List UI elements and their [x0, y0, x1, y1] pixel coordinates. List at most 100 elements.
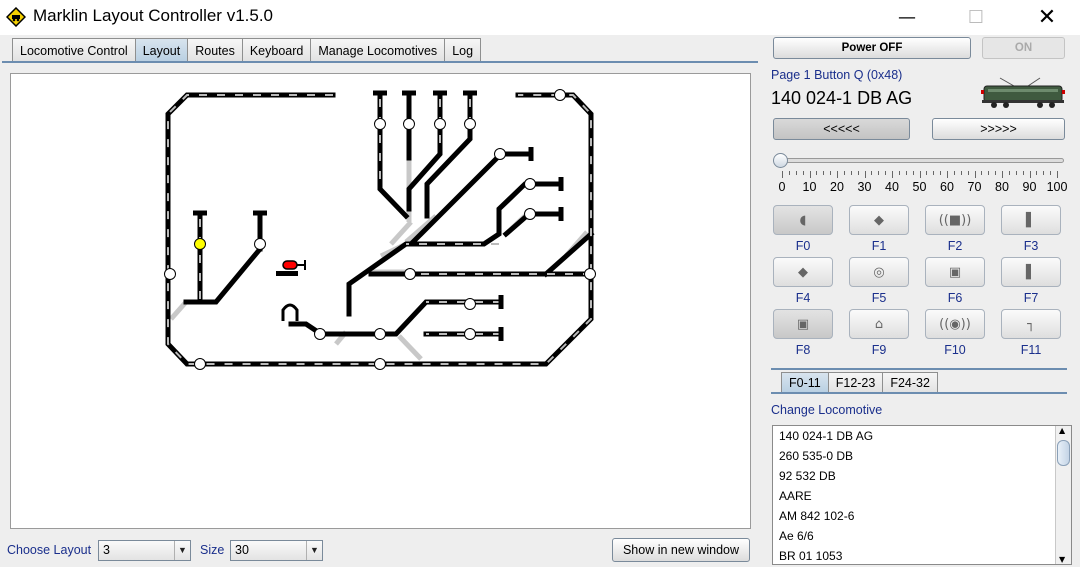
layout-controls: Choose Layout 3 ▼ Size 30 ▼ Show in new …	[0, 537, 762, 567]
tab-manage-locomotives[interactable]: Manage Locomotives	[310, 38, 446, 62]
list-item[interactable]: AM 842 102-6	[773, 506, 1071, 526]
function-label: F7	[1023, 291, 1039, 305]
left-panel: Locomotive Control Layout Routes Keyboar…	[0, 35, 762, 567]
function-label: F5	[871, 291, 887, 305]
speed-tick	[1057, 171, 1058, 178]
speed-tick	[988, 171, 990, 175]
speed-tick-label: 50	[912, 180, 927, 194]
pipe-icon: ┐	[1027, 316, 1035, 332]
tab-divider	[2, 61, 758, 63]
function-button-f5[interactable]: ◎	[849, 257, 909, 287]
function-button-f4[interactable]: ◆	[773, 257, 833, 287]
layout-select[interactable]: 3 ▼	[98, 540, 191, 561]
list-item[interactable]: Ae 6/6	[773, 526, 1071, 546]
speed-tick	[850, 171, 852, 175]
tab-f24-32[interactable]: F24-32	[882, 372, 938, 393]
speed-tick-label: 20	[830, 180, 844, 194]
list-item[interactable]: AARE	[773, 486, 1071, 506]
function-tabs: F0-11 F12-23 F24-32	[781, 372, 938, 393]
app-logo-icon	[6, 7, 26, 27]
page-button-label: Page 1 Button Q (0x48)	[771, 68, 903, 82]
pantograph-icon: ▌	[1026, 212, 1036, 228]
function-button-f10[interactable]: ((◉))	[925, 309, 985, 339]
compressor-icon: ⌂	[874, 316, 884, 332]
function-button-f0[interactable]: ◖	[773, 205, 833, 235]
function-label: F10	[944, 343, 966, 357]
speed-tick	[905, 171, 907, 175]
function-label: F9	[871, 343, 887, 357]
speed-tick	[1050, 171, 1052, 175]
list-item[interactable]: 92 532 DB	[773, 466, 1071, 486]
close-button[interactable]: ✕	[1024, 0, 1070, 34]
power-off-button[interactable]: Power OFF	[773, 37, 971, 59]
main-tabs: Locomotive Control Layout Routes Keyboar…	[12, 38, 482, 62]
speed-tick	[885, 171, 887, 175]
tab-log[interactable]: Log	[444, 38, 482, 62]
function-label: F11	[1020, 343, 1042, 357]
function-button-f2[interactable]: ((■))	[925, 205, 985, 235]
function-label: F4	[795, 291, 811, 305]
size-select[interactable]: 30 ▼	[230, 540, 323, 561]
speed-tick	[823, 171, 825, 175]
scroll-up-icon[interactable]: ▲	[1059, 426, 1065, 435]
speed-slider-track[interactable]	[778, 158, 1064, 163]
speed-tick	[878, 171, 880, 175]
tab-layout[interactable]: Layout	[134, 38, 189, 62]
change-locomotive-label: Change Locomotive	[771, 403, 883, 417]
function-label: F0	[795, 239, 811, 253]
speed-tick	[830, 171, 832, 175]
function-button-f3[interactable]: ▌	[1001, 205, 1061, 235]
locomotive-name: 140 024-1 DB AG	[771, 88, 913, 108]
speed-tick	[898, 171, 900, 175]
speed-tick-label: 0	[778, 180, 786, 194]
function-tab-top-line	[771, 368, 1067, 370]
tab-f0-11[interactable]: F0-11	[781, 372, 829, 393]
tunnel-icon	[281, 303, 299, 321]
speed-tick-label: 70	[967, 180, 982, 194]
speed-tick	[809, 171, 811, 178]
function-button-f6[interactable]: ▣	[925, 257, 985, 287]
speed-tick	[926, 171, 928, 175]
speed-tick-label: 40	[885, 180, 899, 194]
tab-routes[interactable]: Routes	[187, 38, 243, 62]
speed-tick	[782, 171, 783, 178]
speed-tick-label: 80	[995, 180, 1009, 194]
speed-tick	[953, 171, 955, 175]
function-button-f7[interactable]: ▌	[1001, 257, 1061, 287]
headlight-icon: ◖	[799, 212, 807, 228]
speed-tick	[871, 171, 873, 175]
locomotive-icon: ▣	[796, 316, 810, 332]
forward-button[interactable]: >>>>>	[932, 118, 1065, 140]
minimize-button[interactable]: —	[884, 0, 930, 34]
power-on-button[interactable]: ON	[982, 37, 1065, 59]
speed-tick	[919, 171, 921, 178]
function-button-f9[interactable]: ⌂	[849, 309, 909, 339]
reverse-button[interactable]: <<<<<	[773, 118, 910, 140]
coupler-icon: ◆	[798, 264, 808, 280]
sound-icon: ((◉))	[939, 316, 971, 332]
list-item[interactable]: 140 024-1 DB AG	[773, 426, 1071, 446]
list-scrollbar[interactable]: ▲ ▼	[1055, 426, 1071, 564]
tab-locomotive-control[interactable]: Locomotive Control	[12, 38, 136, 62]
list-item[interactable]: BR 01 1053	[773, 546, 1071, 564]
speed-tick	[802, 171, 804, 175]
tab-keyboard[interactable]: Keyboard	[241, 38, 312, 62]
locomotive-list[interactable]: 140 024-1 DB AG 260 535-0 DB 92 532 DB A…	[772, 425, 1072, 565]
scroll-down-icon[interactable]: ▼	[1059, 555, 1065, 564]
speed-tick	[974, 171, 976, 178]
show-in-new-window-button[interactable]: Show in new window	[612, 538, 750, 562]
layout-canvas[interactable]	[10, 73, 751, 529]
function-label: F6	[947, 291, 963, 305]
list-item[interactable]: 260 535-0 DB	[773, 446, 1071, 466]
scroll-thumb[interactable]	[1057, 440, 1070, 466]
speed-tick	[981, 171, 983, 175]
choose-layout-label: Choose Layout	[7, 543, 92, 557]
function-button-f1[interactable]: ◆	[849, 205, 909, 235]
maximize-button[interactable]: ☐	[953, 0, 999, 34]
function-button-f8[interactable]: ▣	[773, 309, 833, 339]
function-button-f11[interactable]: ┐	[1001, 309, 1061, 339]
bell-icon: ◎	[873, 264, 885, 280]
tab-f12-23[interactable]: F12-23	[827, 372, 884, 393]
function-label: F2	[947, 239, 963, 253]
speed-slider-thumb[interactable]	[773, 153, 788, 168]
